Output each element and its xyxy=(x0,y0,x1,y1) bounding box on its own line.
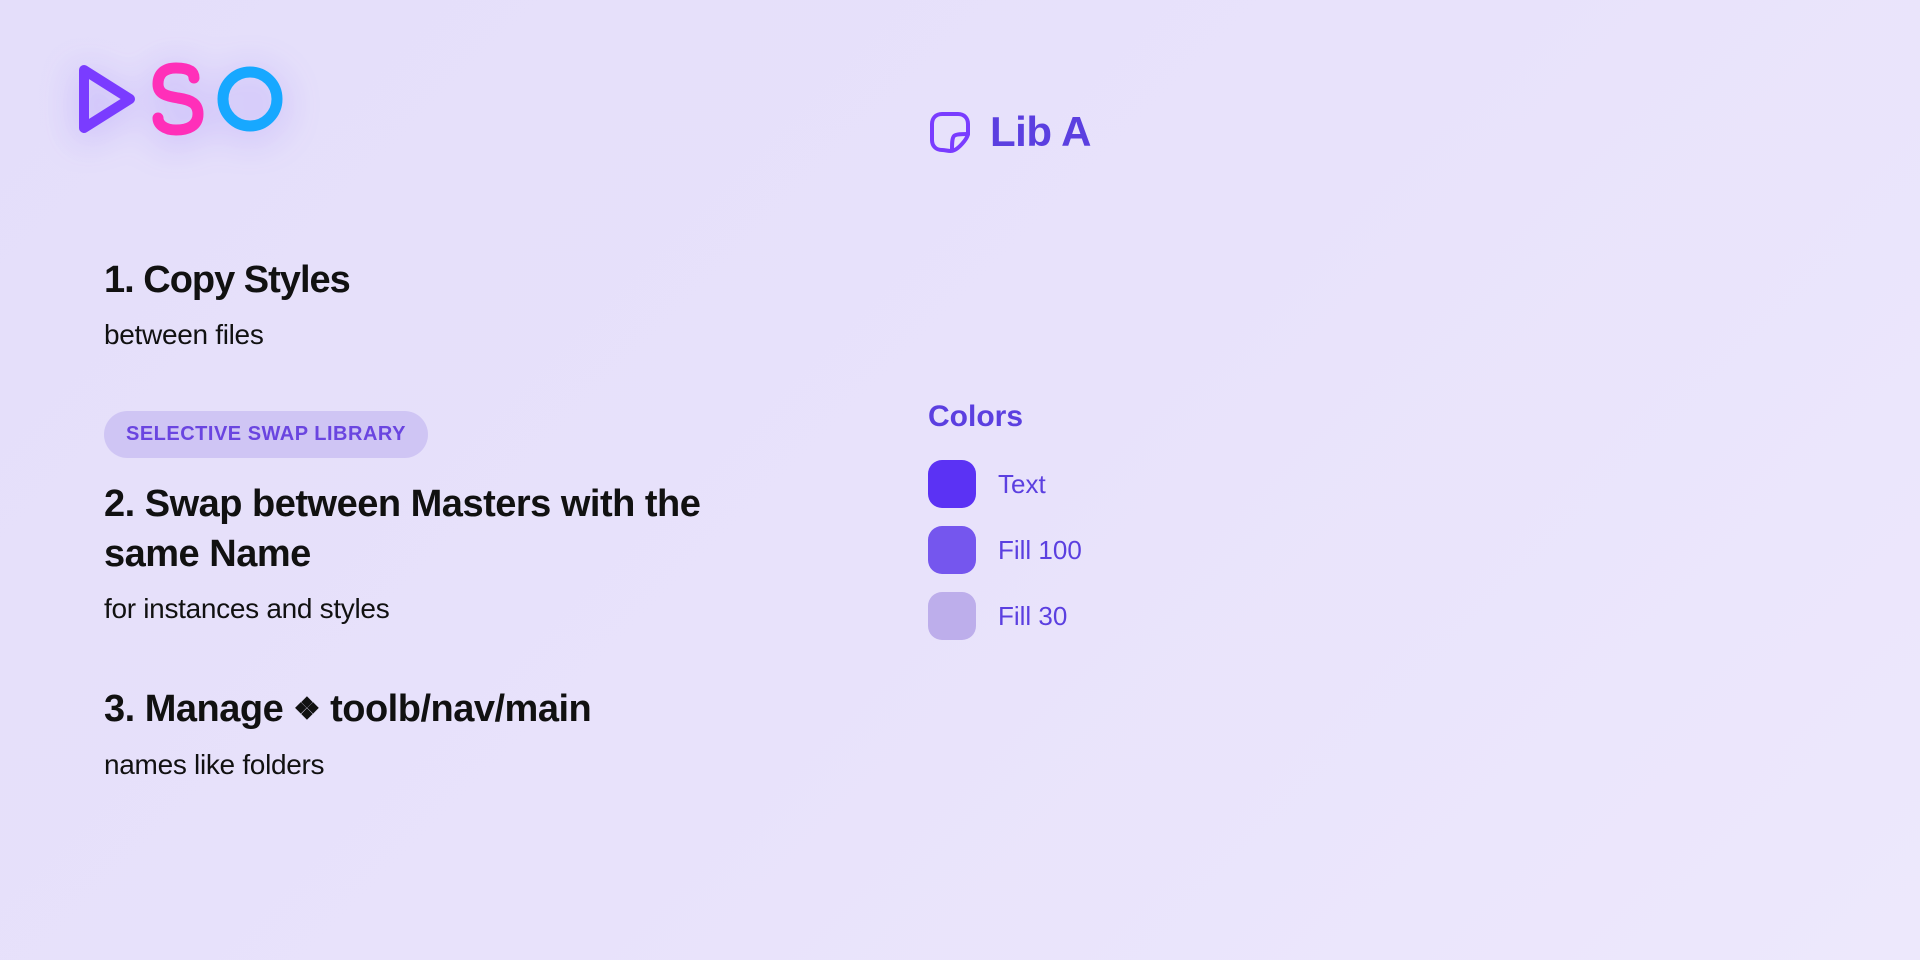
color-item-text[interactable]: Text xyxy=(928,460,1082,508)
color-name: Fill 30 xyxy=(998,601,1067,632)
feature-title: 3. Manage ❖ toolb/nav/main xyxy=(104,685,744,734)
feature-title: 1. Copy Styles xyxy=(104,256,744,305)
feature-title: 2. Swap between Masters with the same Na… xyxy=(104,480,744,579)
color-list: Text Fill 100 Fill 30 xyxy=(928,460,1082,640)
colors-heading: Colors xyxy=(928,400,1082,434)
color-item-fill-30[interactable]: Fill 30 xyxy=(928,592,1082,640)
library-header: Lib A xyxy=(928,108,1091,156)
feature-subtitle: names like folders xyxy=(104,749,744,781)
circle-icon xyxy=(214,62,286,136)
feature-title-before: 3. Manage xyxy=(104,688,293,730)
color-item-fill-100[interactable]: Fill 100 xyxy=(928,526,1082,574)
letter-s-icon xyxy=(146,62,210,136)
feature-manage-names: 3. Manage ❖ toolb/nav/main names like fo… xyxy=(104,685,744,780)
feature-subtitle: between files xyxy=(104,319,744,351)
feature-copy-styles: 1. Copy Styles between files xyxy=(104,256,744,351)
swatch xyxy=(928,592,976,640)
swatch xyxy=(928,460,976,508)
feature-swap-masters: SELECTIVE SWAP LIBRARY 2. Swap between M… xyxy=(104,411,744,625)
logo xyxy=(72,62,286,136)
library-title: Lib A xyxy=(990,108,1091,156)
feature-subtitle: for instances and styles xyxy=(104,593,744,625)
play-icon xyxy=(72,62,142,136)
sticker-icon xyxy=(928,110,972,154)
feature-list: 1. Copy Styles between files SELECTIVE S… xyxy=(104,256,744,781)
color-name: Text xyxy=(998,469,1046,500)
color-name: Fill 100 xyxy=(998,535,1082,566)
feature-title-after: toolb/nav/main xyxy=(320,688,591,730)
pill-selective-swap: SELECTIVE SWAP LIBRARY xyxy=(104,411,428,458)
swatch xyxy=(928,526,976,574)
colors-panel: Colors Text Fill 100 Fill 30 xyxy=(928,400,1082,640)
component-icon: ❖ xyxy=(293,690,320,730)
